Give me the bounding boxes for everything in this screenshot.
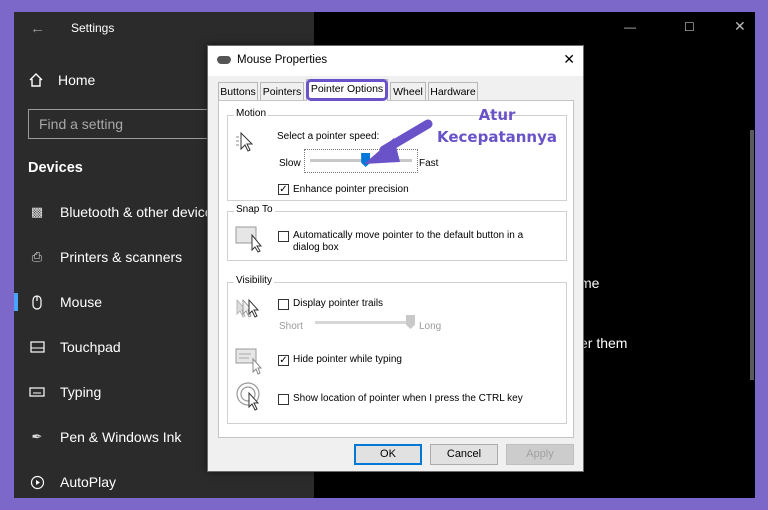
trails-short-label: Short [279,321,303,332]
snap-to-label-line2: dialog box [293,242,339,253]
ctrl-locate-icon [236,382,260,411]
group-label: Visibility [234,275,274,286]
hide-pointer-label: Hide pointer while typing [293,354,402,365]
tab-highlight-outline [306,79,388,101]
annotation-arrow [364,119,433,164]
pointer-trails-checkbox[interactable] [278,299,289,310]
annotation-line2: Kecepatannya [436,128,557,146]
tab-hardware[interactable]: Hardware [428,82,478,100]
group-label: Snap To [234,204,275,215]
pointer-speed-icon [236,131,254,152]
close-icon[interactable]: ✕ [734,18,746,35]
autoplay-icon [28,475,46,490]
bluetooth-icon: ▩ [30,204,44,219]
enhance-precision-label: Enhance pointer precision [293,184,409,195]
hide-pointer-checkbox[interactable]: ✓ [278,355,289,366]
section-title: Devices [28,160,83,176]
trails-long-label: Long [419,321,442,332]
mouse-icon [217,56,231,64]
apply-button[interactable]: Apply [506,444,574,465]
tab-buttons[interactable]: Buttons [218,82,258,100]
mouse-icon [28,294,46,310]
pointer-trails-icon [236,298,260,318]
dialog-titlebar: Mouse Properties ✕ [208,46,583,76]
nav-label: Touchpad [60,339,121,355]
enhance-precision-checkbox[interactable]: ✓ [278,184,289,195]
home-label: Home [58,72,96,88]
snap-to-icon [235,226,263,253]
printer-icon: ⎙ [31,249,43,264]
ok-button[interactable]: OK [354,444,422,465]
ctrl-locate-checkbox[interactable] [278,394,289,405]
snap-to-checkbox[interactable] [278,231,289,242]
back-arrow-icon[interactable]: ← [30,20,45,37]
trails-slider-thumb[interactable] [406,315,415,329]
slow-label: Slow [279,158,301,169]
group-label: Motion [234,108,269,119]
cancel-button[interactable]: Cancel [430,444,498,465]
keyboard-icon [28,387,46,397]
snap-to-label: Automatically move pointer to the defaul… [293,230,524,241]
touchpad-icon [28,341,46,353]
pointer-trails-label: Display pointer trails [293,298,384,309]
trails-slider[interactable] [311,313,419,333]
nav-label: Pen & Windows Ink [60,429,182,445]
minimize-icon[interactable]: — [624,20,636,34]
nav-label: Typing [60,384,102,400]
dialog-title: Mouse Properties [237,54,328,66]
ctrl-locate-label: Show location of pointer when I press th… [293,393,523,404]
pen-icon: ✒ [31,429,43,444]
maximize-icon[interactable]: ☐ [684,20,695,34]
scrollbar[interactable] [750,130,754,380]
nav-label: Bluetooth & other devices [60,204,220,220]
tab-wheel[interactable]: Wheel [390,82,426,100]
search-input[interactable]: Find a setting [28,109,218,139]
nav-label: Mouse [60,294,103,310]
window-title: Settings [71,21,115,35]
close-icon[interactable]: ✕ [563,51,575,68]
tab-pointers[interactable]: Pointers [260,82,304,100]
nav-label: Printers & scanners [60,249,183,265]
nav-label: AutoPlay [60,474,117,490]
home-nav-item[interactable]: Home [28,72,95,88]
background-text-fragment: er them [580,335,628,351]
annotation-text: Atur Kecepatannya [434,106,560,146]
annotation-line1: Atur [478,106,516,124]
hide-pointer-icon [235,348,263,375]
home-icon [29,73,43,87]
trails-slider-track [315,321,415,324]
